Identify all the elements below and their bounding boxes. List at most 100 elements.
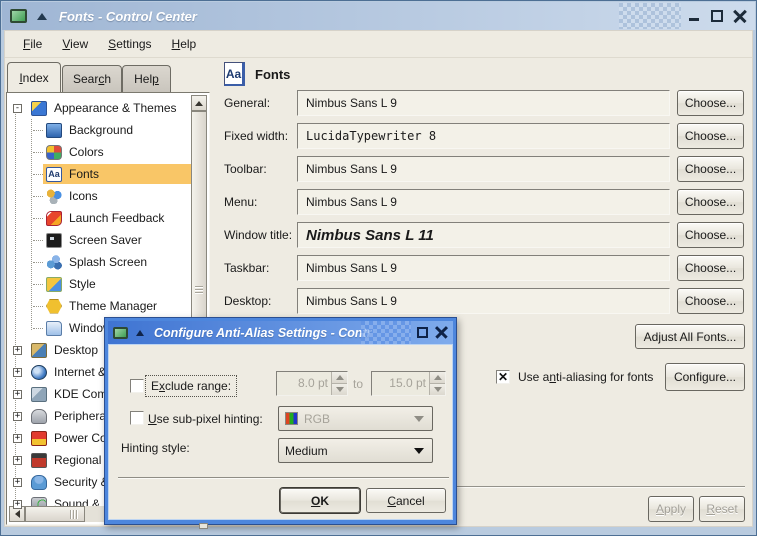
sidebar-item-label: KDE Com (54, 387, 107, 401)
font-row-label: Menu: (224, 195, 257, 209)
font-preview-field: LucidaTypewriter 8 (297, 123, 670, 149)
menu-view[interactable]: View (52, 35, 98, 53)
chevron-down-icon (414, 416, 424, 422)
exclude-range-label[interactable]: Exclude range: (145, 375, 237, 397)
subpixel-type-dropdown: RGB (278, 406, 433, 431)
sidebar-item[interactable]: Icons (9, 185, 191, 207)
subpixel-hinting-label: Use sub-pixel hinting: (148, 412, 263, 426)
font-preview-field: Nimbus Sans L 9 (297, 288, 670, 314)
choose-font-button[interactable]: Choose... (677, 288, 744, 314)
sidebar-item-label: Regional (54, 453, 101, 467)
choose-font-button[interactable]: Choose... (677, 156, 744, 182)
sidebar-item[interactable]: Background (9, 119, 191, 141)
sidebar-item-label: Style (69, 277, 96, 291)
sidebar-item-label: Power Co (54, 431, 107, 445)
category-icon (31, 343, 47, 358)
cancel-button[interactable]: Cancel (366, 488, 446, 513)
tree-expander-icon[interactable]: + (13, 412, 22, 421)
titlebar-pattern-decoration (619, 3, 681, 29)
category-icon (31, 365, 47, 380)
font-preview-field: Nimbus Sans L 9 (297, 189, 670, 215)
sidebar-item-label: Security & (54, 475, 109, 489)
sidebar-item[interactable]: Style (9, 273, 191, 295)
sidebar-item[interactable]: Theme Manager (9, 295, 191, 317)
font-preview-text: Nimbus Sans L 9 (306, 195, 397, 209)
close-button-icon[interactable] (435, 326, 448, 339)
antialias-label: Use anti-aliasing for fonts (518, 370, 653, 384)
choose-font-button[interactable]: Choose... (677, 123, 744, 149)
category-icon (46, 123, 62, 138)
sidebar-item-label: Icons (69, 189, 98, 203)
category-icon (46, 145, 62, 160)
choose-font-button[interactable]: Choose... (677, 90, 744, 116)
choose-font-button[interactable]: Choose... (677, 255, 744, 281)
resize-grip[interactable] (199, 523, 208, 529)
sidebar-item[interactable]: - Appearance & Themes (9, 97, 191, 119)
font-preview-field: Nimbus Sans L 11 (297, 222, 670, 248)
ok-button[interactable]: OK (280, 488, 360, 513)
tree-expander-icon[interactable]: + (13, 390, 22, 399)
font-preview-text: Nimbus Sans L 9 (306, 261, 397, 275)
hinting-style-label: Hinting style: (121, 441, 190, 455)
thumb-grip (70, 510, 77, 519)
category-icon (46, 321, 62, 336)
sidebar-item[interactable]: Launch Feedback (9, 207, 191, 229)
hinting-style-dropdown[interactable]: Medium (278, 438, 433, 463)
category-icon (31, 387, 47, 402)
font-row-label: General: (224, 96, 270, 110)
tree-expander-icon[interactable]: + (13, 456, 22, 465)
adjust-all-fonts-button[interactable]: Adjust All Fonts... (635, 324, 745, 349)
category-icon (31, 475, 47, 490)
choose-font-button[interactable]: Choose... (677, 222, 744, 248)
sidebar-item[interactable]: Colors (9, 141, 191, 163)
antialias-checkbox[interactable] (496, 370, 510, 384)
window-titlebar: Fonts - Control Center (2, 2, 755, 30)
maximize-button-icon[interactable] (710, 9, 724, 23)
category-icon (46, 211, 62, 226)
tree-expander-icon[interactable]: + (13, 478, 22, 487)
category-icon (46, 255, 62, 270)
shade-button-icon[interactable] (136, 330, 144, 336)
subpixel-type-value: RGB (304, 412, 330, 426)
spin-arrows (429, 372, 445, 395)
category-icon (46, 277, 62, 292)
spin-arrows (331, 372, 347, 395)
panel-title: Fonts (255, 67, 290, 82)
tab-search[interactable]: Search (62, 65, 122, 92)
sidebar-item-label: Appearance & Themes (54, 101, 177, 115)
tree-expander-icon[interactable]: + (13, 368, 22, 377)
tree-expander-icon[interactable]: + (13, 500, 22, 509)
menu-settings[interactable]: Settings (98, 35, 161, 53)
font-row-label: Desktop: (224, 294, 271, 308)
range-from-value: 8.0 pt (277, 372, 331, 395)
category-icon (46, 167, 62, 182)
sidebar-item[interactable]: Fonts (9, 163, 191, 185)
configure-antialias-button[interactable]: Configure... (665, 363, 745, 391)
exclude-range-checkbox[interactable] (130, 379, 144, 393)
font-row: Toolbar: Nimbus Sans L 9 Choose... (217, 156, 748, 189)
range-to-word: to (353, 377, 363, 391)
tab-index[interactable]: Index (7, 62, 61, 92)
menu-file[interactable]: File (13, 35, 52, 53)
close-button-icon[interactable] (733, 9, 747, 23)
subpixel-hinting-checkbox[interactable] (130, 411, 144, 425)
sidebar-item[interactable]: Splash Screen (9, 251, 191, 273)
font-preview-text: LucidaTypewriter 8 (306, 129, 436, 143)
shade-button-icon[interactable] (37, 13, 47, 20)
tab-help[interactable]: Help (122, 65, 171, 92)
choose-font-button[interactable]: Choose... (677, 189, 744, 215)
hinting-style-value: Medium (285, 444, 328, 458)
menu-help[interactable]: Help (162, 35, 207, 53)
minimize-button-icon[interactable] (687, 9, 701, 23)
category-icon (31, 101, 47, 116)
tree-expander-icon[interactable]: + (13, 346, 22, 355)
tree-expander-icon[interactable]: - (13, 104, 22, 113)
horizontal-scrollbar-thumb[interactable] (25, 506, 85, 522)
scroll-up-button[interactable] (191, 95, 207, 111)
tree-expander-icon[interactable]: + (13, 434, 22, 443)
maximize-button-icon[interactable] (416, 326, 429, 339)
sidebar-item-label: Splash Screen (69, 255, 147, 269)
font-preview-text: Nimbus Sans L 9 (306, 96, 397, 110)
dialog-separator (118, 477, 449, 479)
sidebar-item[interactable]: Screen Saver (9, 229, 191, 251)
